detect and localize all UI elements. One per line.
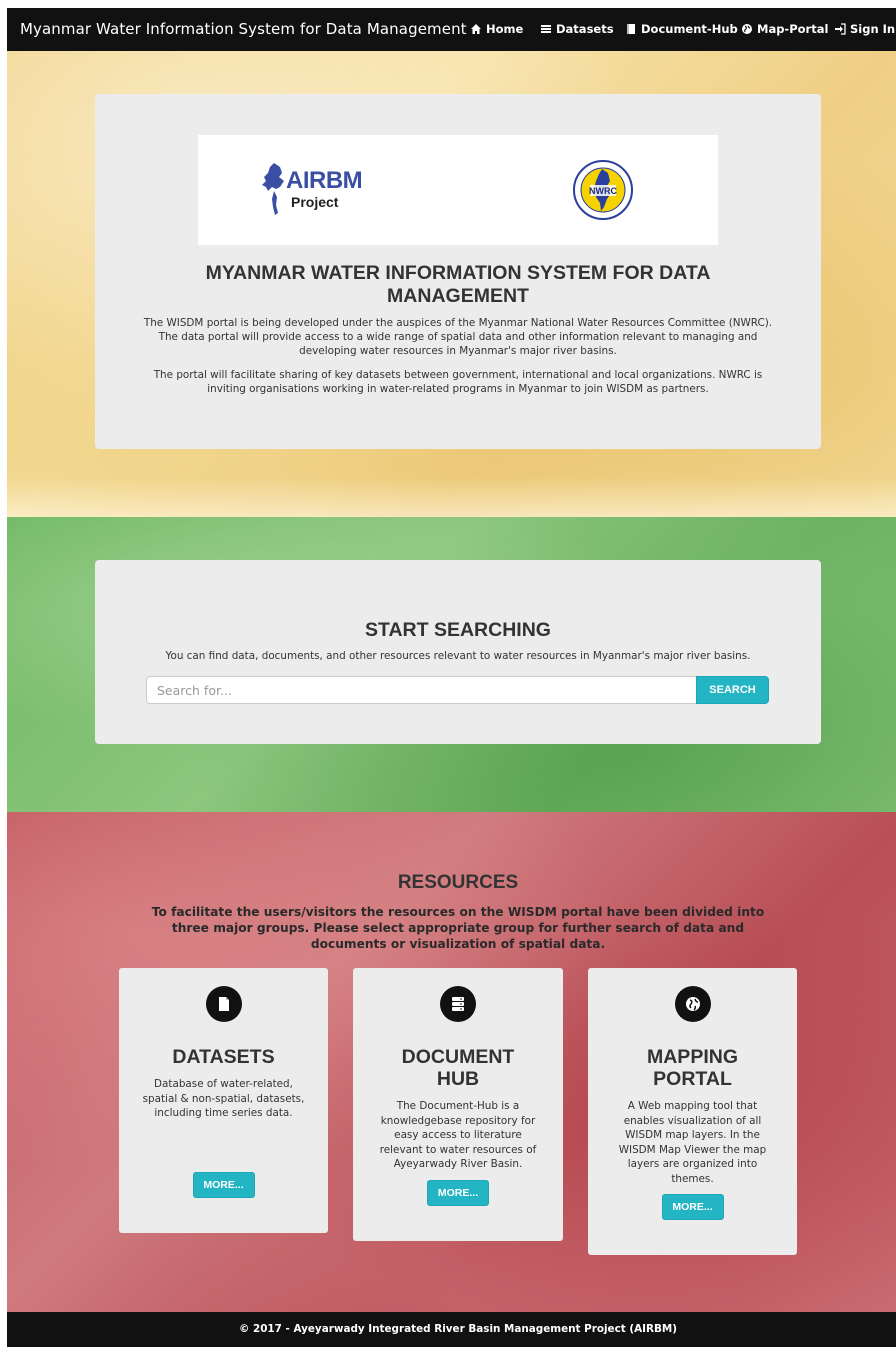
page: Myanmar Water Information System for Dat… (7, 8, 896, 1347)
nav-sign-in[interactable]: Sign In (834, 22, 895, 36)
intro-paragraph-2: The portal will facilitate sharing of ke… (153, 369, 763, 395)
search-subtitle: You can find data, documents, and other … (165, 650, 751, 662)
nwrc-seal-logo: NWRC (573, 160, 633, 220)
mapping-portal-card-description: A Web mapping tool that enables visualiz… (618, 1100, 767, 1185)
file-icon (205, 986, 242, 1022)
search-title: START SEARCHING (365, 619, 551, 641)
datasets-more-button[interactable]: MORE... (192, 1172, 255, 1198)
nav-home[interactable]: Home (470, 22, 523, 36)
resources-subtitle: To facilitate the users/visitors the res… (151, 905, 765, 951)
document-hub-card-description: The Document-Hub is a knowledgebase repo… (379, 1100, 537, 1170)
globe-icon (742, 24, 752, 34)
airbm-logo-sub: Project (291, 194, 339, 210)
resources-title: RESOURCES (397, 872, 519, 893)
search-input[interactable] (146, 676, 696, 704)
document-icon (627, 24, 635, 34)
nav-map-portal[interactable]: Map-Portal (741, 22, 828, 36)
document-hub-card-title: DOCUMENT HUB (401, 1046, 515, 1090)
datasets-card-title: DATASETS (172, 1046, 275, 1068)
sign-in-icon (835, 23, 846, 35)
airbm-logo-text: AIRBM (286, 167, 363, 194)
svg-text:NWRC: NWRC (589, 186, 617, 196)
brand-link[interactable]: Myanmar Water Information System for Dat… (20, 20, 467, 38)
navbar: Myanmar Water Information System for Dat… (7, 8, 896, 51)
mapping-portal-card-title: MAPPING PORTAL (646, 1046, 738, 1090)
globe-icon (674, 986, 711, 1022)
mapping-portal-card: MAPPING PORTAL A Web mapping tool that e… (588, 968, 797, 1255)
nav-document-hub[interactable]: Document-Hub (625, 22, 738, 36)
airbm-logo: AIRBM Project (260, 161, 370, 219)
nav-datasets-label: Datasets (556, 22, 614, 36)
nav-home-label: Home (486, 22, 524, 36)
mapping-portal-more-button[interactable]: MORE... (661, 1194, 724, 1220)
server-icon (440, 986, 476, 1022)
search-panel: START SEARCHING You can find data, docum… (95, 560, 821, 744)
home-icon (471, 24, 481, 34)
nav-sign-in-label: Sign In (850, 22, 896, 36)
footer: © 2017 - Ayeyarwady Integrated River Bas… (7, 1312, 896, 1347)
nav-document-hub-label: Document-Hub (641, 22, 738, 36)
logo-banner: AIRBM Project NWRC (198, 135, 718, 245)
page-title: MYANMAR WATER INFORMATION SYSTEM FOR DAT… (205, 262, 711, 307)
datasets-card-description: Database of water-related, spatial & non… (142, 1078, 305, 1119)
intro-panel: AIRBM Project NWRC MYANMAR WATER INFORMA… (95, 94, 821, 449)
list-icon (541, 25, 551, 33)
nav-map-portal-label: Map-Portal (757, 22, 829, 36)
document-hub-more-button[interactable]: MORE... (427, 1180, 489, 1206)
document-hub-card: DOCUMENT HUB The Document-Hub is a knowl… (353, 968, 563, 1241)
search-button[interactable]: SEARCH (696, 676, 769, 704)
nav-datasets[interactable]: Datasets (540, 22, 614, 36)
footer-copyright: © 2017 - Ayeyarwady Integrated River Bas… (238, 1323, 678, 1335)
datasets-card: DATASETS Database of water-related, spat… (119, 968, 328, 1233)
intro-paragraph-1: The WISDM portal is being developed unde… (143, 317, 773, 357)
